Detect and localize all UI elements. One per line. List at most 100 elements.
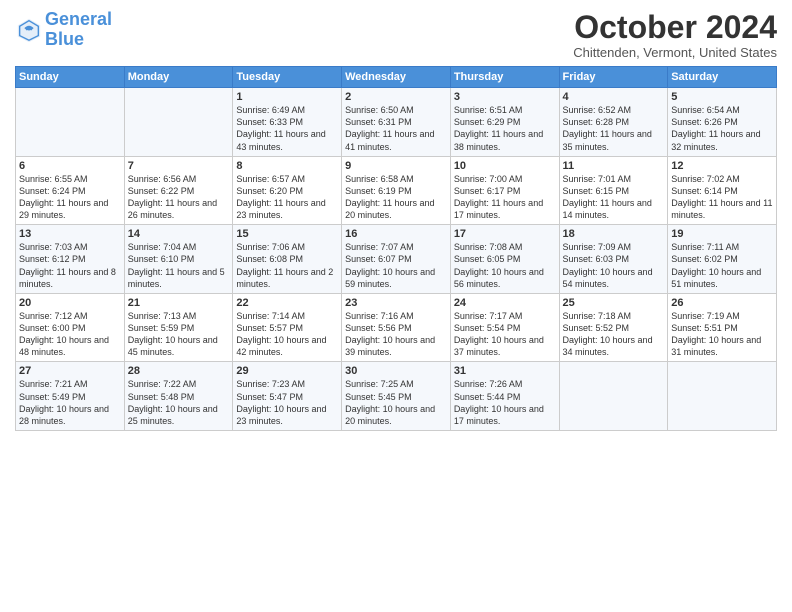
day-content: Sunrise: 7:23 AMSunset: 5:47 PMDaylight:… — [236, 378, 338, 427]
day-content: Sunrise: 7:19 AMSunset: 5:51 PMDaylight:… — [671, 310, 773, 359]
calendar-cell — [16, 88, 125, 157]
day-number: 1 — [236, 91, 338, 103]
day-number: 28 — [128, 365, 230, 377]
header-row: Sunday Monday Tuesday Wednesday Thursday… — [16, 67, 777, 88]
day-content: Sunrise: 6:49 AMSunset: 6:33 PMDaylight:… — [236, 104, 338, 153]
calendar-cell: 24Sunrise: 7:17 AMSunset: 5:54 PMDayligh… — [450, 293, 559, 362]
day-content: Sunrise: 7:12 AMSunset: 6:00 PMDaylight:… — [19, 310, 121, 359]
day-number: 16 — [345, 228, 447, 240]
calendar-body: 1Sunrise: 6:49 AMSunset: 6:33 PMDaylight… — [16, 88, 777, 431]
day-content: Sunrise: 6:54 AMSunset: 6:26 PMDaylight:… — [671, 104, 773, 153]
calendar-cell: 23Sunrise: 7:16 AMSunset: 5:56 PMDayligh… — [342, 293, 451, 362]
col-thursday: Thursday — [450, 67, 559, 88]
calendar-cell: 18Sunrise: 7:09 AMSunset: 6:03 PMDayligh… — [559, 225, 668, 294]
calendar-cell: 29Sunrise: 7:23 AMSunset: 5:47 PMDayligh… — [233, 362, 342, 431]
logo-icon — [15, 16, 43, 44]
calendar-cell: 31Sunrise: 7:26 AMSunset: 5:44 PMDayligh… — [450, 362, 559, 431]
calendar-cell: 3Sunrise: 6:51 AMSunset: 6:29 PMDaylight… — [450, 88, 559, 157]
col-tuesday: Tuesday — [233, 67, 342, 88]
day-content: Sunrise: 7:01 AMSunset: 6:15 PMDaylight:… — [563, 173, 665, 222]
calendar-cell: 8Sunrise: 6:57 AMSunset: 6:20 PMDaylight… — [233, 156, 342, 225]
day-content: Sunrise: 7:26 AMSunset: 5:44 PMDaylight:… — [454, 378, 556, 427]
day-number: 27 — [19, 365, 121, 377]
day-content: Sunrise: 6:50 AMSunset: 6:31 PMDaylight:… — [345, 104, 447, 153]
day-content: Sunrise: 6:55 AMSunset: 6:24 PMDaylight:… — [19, 173, 121, 222]
calendar-cell: 4Sunrise: 6:52 AMSunset: 6:28 PMDaylight… — [559, 88, 668, 157]
day-content: Sunrise: 6:57 AMSunset: 6:20 PMDaylight:… — [236, 173, 338, 222]
calendar-cell: 2Sunrise: 6:50 AMSunset: 6:31 PMDaylight… — [342, 88, 451, 157]
calendar-cell: 13Sunrise: 7:03 AMSunset: 6:12 PMDayligh… — [16, 225, 125, 294]
day-number: 4 — [563, 91, 665, 103]
logo-blue: Blue — [45, 29, 84, 49]
day-content: Sunrise: 7:17 AMSunset: 5:54 PMDaylight:… — [454, 310, 556, 359]
day-content: Sunrise: 7:00 AMSunset: 6:17 PMDaylight:… — [454, 173, 556, 222]
calendar-cell: 1Sunrise: 6:49 AMSunset: 6:33 PMDaylight… — [233, 88, 342, 157]
day-number: 26 — [671, 297, 773, 309]
calendar-cell: 30Sunrise: 7:25 AMSunset: 5:45 PMDayligh… — [342, 362, 451, 431]
calendar-week-1: 1Sunrise: 6:49 AMSunset: 6:33 PMDaylight… — [16, 88, 777, 157]
calendar-table: Sunday Monday Tuesday Wednesday Thursday… — [15, 66, 777, 431]
day-content: Sunrise: 7:03 AMSunset: 6:12 PMDaylight:… — [19, 241, 121, 290]
day-content: Sunrise: 7:25 AMSunset: 5:45 PMDaylight:… — [345, 378, 447, 427]
day-number: 31 — [454, 365, 556, 377]
calendar-week-3: 13Sunrise: 7:03 AMSunset: 6:12 PMDayligh… — [16, 225, 777, 294]
day-content: Sunrise: 6:58 AMSunset: 6:19 PMDaylight:… — [345, 173, 447, 222]
day-number: 9 — [345, 160, 447, 172]
day-content: Sunrise: 7:16 AMSunset: 5:56 PMDaylight:… — [345, 310, 447, 359]
logo-general: General — [45, 9, 112, 29]
day-number: 11 — [563, 160, 665, 172]
day-number: 17 — [454, 228, 556, 240]
day-content: Sunrise: 7:06 AMSunset: 6:08 PMDaylight:… — [236, 241, 338, 290]
day-number: 30 — [345, 365, 447, 377]
day-content: Sunrise: 6:52 AMSunset: 6:28 PMDaylight:… — [563, 104, 665, 153]
day-number: 5 — [671, 91, 773, 103]
day-number: 20 — [19, 297, 121, 309]
day-number: 6 — [19, 160, 121, 172]
calendar-cell: 27Sunrise: 7:21 AMSunset: 5:49 PMDayligh… — [16, 362, 125, 431]
day-number: 13 — [19, 228, 121, 240]
calendar-cell: 12Sunrise: 7:02 AMSunset: 6:14 PMDayligh… — [668, 156, 777, 225]
day-number: 10 — [454, 160, 556, 172]
calendar-cell: 5Sunrise: 6:54 AMSunset: 6:26 PMDaylight… — [668, 88, 777, 157]
calendar-cell: 11Sunrise: 7:01 AMSunset: 6:15 PMDayligh… — [559, 156, 668, 225]
day-content: Sunrise: 7:11 AMSunset: 6:02 PMDaylight:… — [671, 241, 773, 290]
calendar-cell: 25Sunrise: 7:18 AMSunset: 5:52 PMDayligh… — [559, 293, 668, 362]
calendar-week-4: 20Sunrise: 7:12 AMSunset: 6:00 PMDayligh… — [16, 293, 777, 362]
calendar-week-2: 6Sunrise: 6:55 AMSunset: 6:24 PMDaylight… — [16, 156, 777, 225]
day-content: Sunrise: 7:04 AMSunset: 6:10 PMDaylight:… — [128, 241, 230, 290]
calendar-header: Sunday Monday Tuesday Wednesday Thursday… — [16, 67, 777, 88]
day-number: 19 — [671, 228, 773, 240]
day-number: 21 — [128, 297, 230, 309]
day-number: 15 — [236, 228, 338, 240]
calendar-week-5: 27Sunrise: 7:21 AMSunset: 5:49 PMDayligh… — [16, 362, 777, 431]
day-number: 12 — [671, 160, 773, 172]
calendar-cell: 9Sunrise: 6:58 AMSunset: 6:19 PMDaylight… — [342, 156, 451, 225]
calendar-cell: 14Sunrise: 7:04 AMSunset: 6:10 PMDayligh… — [124, 225, 233, 294]
calendar-cell — [668, 362, 777, 431]
day-number: 24 — [454, 297, 556, 309]
col-friday: Friday — [559, 67, 668, 88]
day-content: Sunrise: 7:08 AMSunset: 6:05 PMDaylight:… — [454, 241, 556, 290]
calendar-cell — [559, 362, 668, 431]
calendar-cell: 21Sunrise: 7:13 AMSunset: 5:59 PMDayligh… — [124, 293, 233, 362]
calendar-cell: 6Sunrise: 6:55 AMSunset: 6:24 PMDaylight… — [16, 156, 125, 225]
calendar-cell: 16Sunrise: 7:07 AMSunset: 6:07 PMDayligh… — [342, 225, 451, 294]
day-content: Sunrise: 7:14 AMSunset: 5:57 PMDaylight:… — [236, 310, 338, 359]
calendar-cell: 20Sunrise: 7:12 AMSunset: 6:00 PMDayligh… — [16, 293, 125, 362]
title-block: October 2024 Chittenden, Vermont, United… — [573, 10, 777, 60]
day-content: Sunrise: 7:13 AMSunset: 5:59 PMDaylight:… — [128, 310, 230, 359]
day-number: 25 — [563, 297, 665, 309]
calendar-cell: 7Sunrise: 6:56 AMSunset: 6:22 PMDaylight… — [124, 156, 233, 225]
day-number: 14 — [128, 228, 230, 240]
col-wednesday: Wednesday — [342, 67, 451, 88]
day-number: 29 — [236, 365, 338, 377]
day-number: 3 — [454, 91, 556, 103]
day-content: Sunrise: 7:18 AMSunset: 5:52 PMDaylight:… — [563, 310, 665, 359]
day-content: Sunrise: 7:22 AMSunset: 5:48 PMDaylight:… — [128, 378, 230, 427]
calendar-cell: 26Sunrise: 7:19 AMSunset: 5:51 PMDayligh… — [668, 293, 777, 362]
day-content: Sunrise: 7:02 AMSunset: 6:14 PMDaylight:… — [671, 173, 773, 222]
calendar-cell: 10Sunrise: 7:00 AMSunset: 6:17 PMDayligh… — [450, 156, 559, 225]
day-content: Sunrise: 6:56 AMSunset: 6:22 PMDaylight:… — [128, 173, 230, 222]
calendar-cell: 19Sunrise: 7:11 AMSunset: 6:02 PMDayligh… — [668, 225, 777, 294]
calendar-cell: 28Sunrise: 7:22 AMSunset: 5:48 PMDayligh… — [124, 362, 233, 431]
